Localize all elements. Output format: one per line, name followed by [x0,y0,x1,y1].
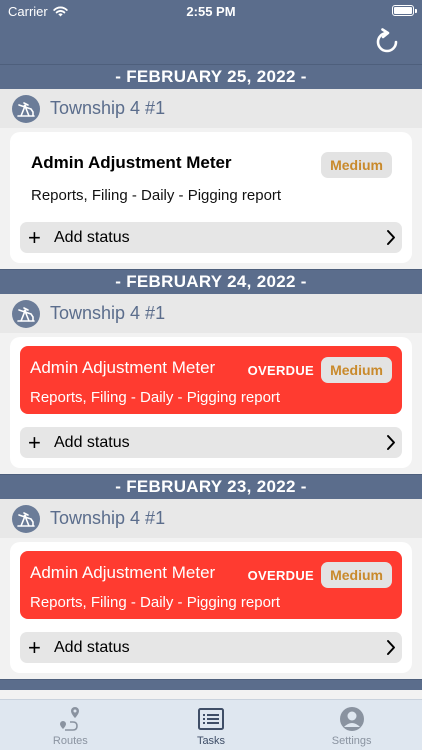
route-pin-icon [60,707,80,731]
tab-routes[interactable]: Routes [0,700,141,750]
route-name: Township 4 #1 [50,303,166,323]
add-status-button[interactable]: + Add status [20,222,402,253]
add-status-label: Add status [54,433,130,451]
pump-jack-icon [12,299,40,328]
task-list-icon [198,708,224,730]
task-subtitle: Reports, Filing - Daily - Pigging report [30,594,281,611]
route-row[interactable]: Township 4 #1 [0,89,422,128]
task-card: Admin Adjustment Meter Reports, Filing -… [10,337,412,468]
battery-icon [392,5,417,16]
plus-icon: + [28,429,41,455]
route-row[interactable]: Township 4 #1 [0,499,422,538]
tab-tasks[interactable]: Tasks [141,700,282,750]
date-section: - FEBRUARY 23, 2022 - Township 4 #1 Admi… [0,474,422,673]
task-subtitle: Reports, Filing - Daily - Pigging report [31,187,282,204]
tab-settings[interactable]: Settings [281,700,422,750]
tab-bar: Routes Tasks Settings [0,699,422,750]
task-card: Admin Adjustment Meter Reports, Filing -… [10,132,412,263]
date-header: - FEBRUARY 24, 2022 - [0,269,422,294]
chevron-right-icon [387,435,395,450]
pump-jack-icon [12,94,40,123]
date-header-partial [0,679,422,690]
priority-badge: Medium [321,152,392,178]
task-item[interactable]: Admin Adjustment Meter Reports, Filing -… [20,551,402,619]
date-section: - FEBRUARY 25, 2022 - Township 4 #1 Admi… [0,64,422,263]
refresh-icon [376,28,398,53]
tab-label: Routes [52,735,88,747]
plus-icon: + [28,224,41,250]
add-status-label: Add status [54,638,130,656]
priority-badge: Medium [321,562,392,588]
date-header: - FEBRUARY 25, 2022 - [0,64,422,89]
task-subtitle: Reports, Filing - Daily - Pigging report [30,389,281,406]
pump-jack-icon [12,504,40,533]
overdue-label: OVERDUE [247,363,314,378]
route-name: Township 4 #1 [50,98,166,118]
refresh-button[interactable] [372,27,402,57]
chevron-right-icon [387,640,395,655]
tab-label: Tasks [196,735,226,747]
route-row[interactable]: Township 4 #1 [0,294,422,333]
route-name: Township 4 #1 [50,508,166,528]
priority-badge: Medium [321,357,392,383]
navigation-bar [0,22,422,64]
add-status-label: Add status [54,228,130,246]
date-section: - FEBRUARY 24, 2022 - Township 4 #1 Admi… [0,269,422,468]
add-status-button[interactable]: + Add status [20,632,402,663]
tab-label: Settings [331,735,372,747]
task-card: Admin Adjustment Meter Reports, Filing -… [10,542,412,673]
task-item[interactable]: Admin Adjustment Meter Reports, Filing -… [20,346,402,414]
status-bar: Carrier 2:55 PM [0,0,422,22]
task-item[interactable]: Admin Adjustment Meter Reports, Filing -… [20,141,402,209]
task-list[interactable]: - FEBRUARY 25, 2022 - Township 4 #1 Admi… [0,64,422,700]
chevron-right-icon [387,230,395,245]
date-header: - FEBRUARY 23, 2022 - [0,474,422,499]
plus-icon: + [28,634,41,660]
add-status-button[interactable]: + Add status [20,427,402,458]
person-circle-icon [339,707,364,731]
overdue-label: OVERDUE [247,568,314,583]
status-time: 2:55 PM [186,4,236,19]
